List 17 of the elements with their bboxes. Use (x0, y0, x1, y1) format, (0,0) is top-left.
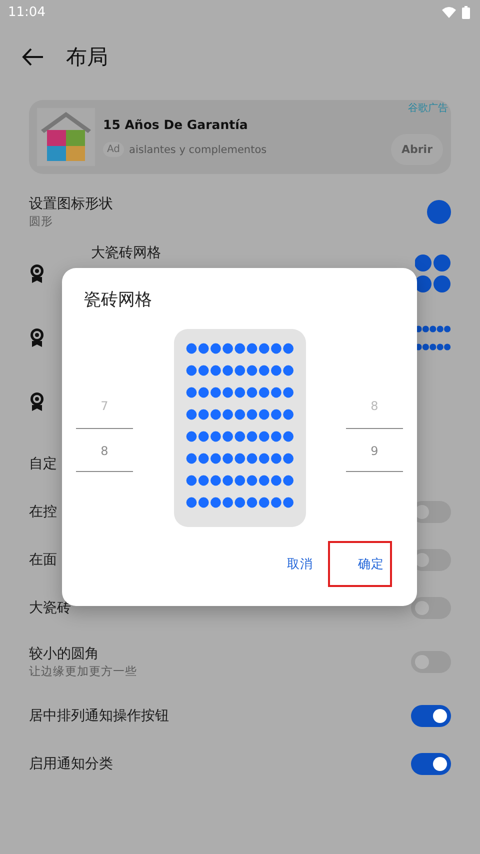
dialog-title: 瓷砖网格 (84, 289, 152, 311)
setting-title: 设置图标形状 (29, 195, 113, 213)
setting-title: 在面 (29, 551, 57, 569)
ad-badge: Ad (103, 142, 124, 157)
ad-title: 15 Años De Garantía (103, 117, 249, 132)
setting-subtitle: 圆形 (29, 214, 53, 229)
setting-title: 较小的圆角 (29, 645, 99, 663)
setting-title: 启用通知分类 (29, 755, 113, 773)
setting-title: 大瓷砖 (29, 599, 71, 617)
setting-title: 居中排列通知操作按钮 (29, 707, 169, 725)
ad-text: aislantes y complementos (129, 144, 267, 156)
setting-subtitle: 让边缘更加更方一些 (29, 664, 137, 679)
setting-title: 大瓷砖网格 (91, 244, 161, 262)
status-time: 11:04 (8, 4, 46, 20)
setting-title: 在控 (29, 503, 57, 521)
ad-label: 谷歌广告 (408, 102, 448, 115)
page-title: 布局 (66, 44, 108, 71)
